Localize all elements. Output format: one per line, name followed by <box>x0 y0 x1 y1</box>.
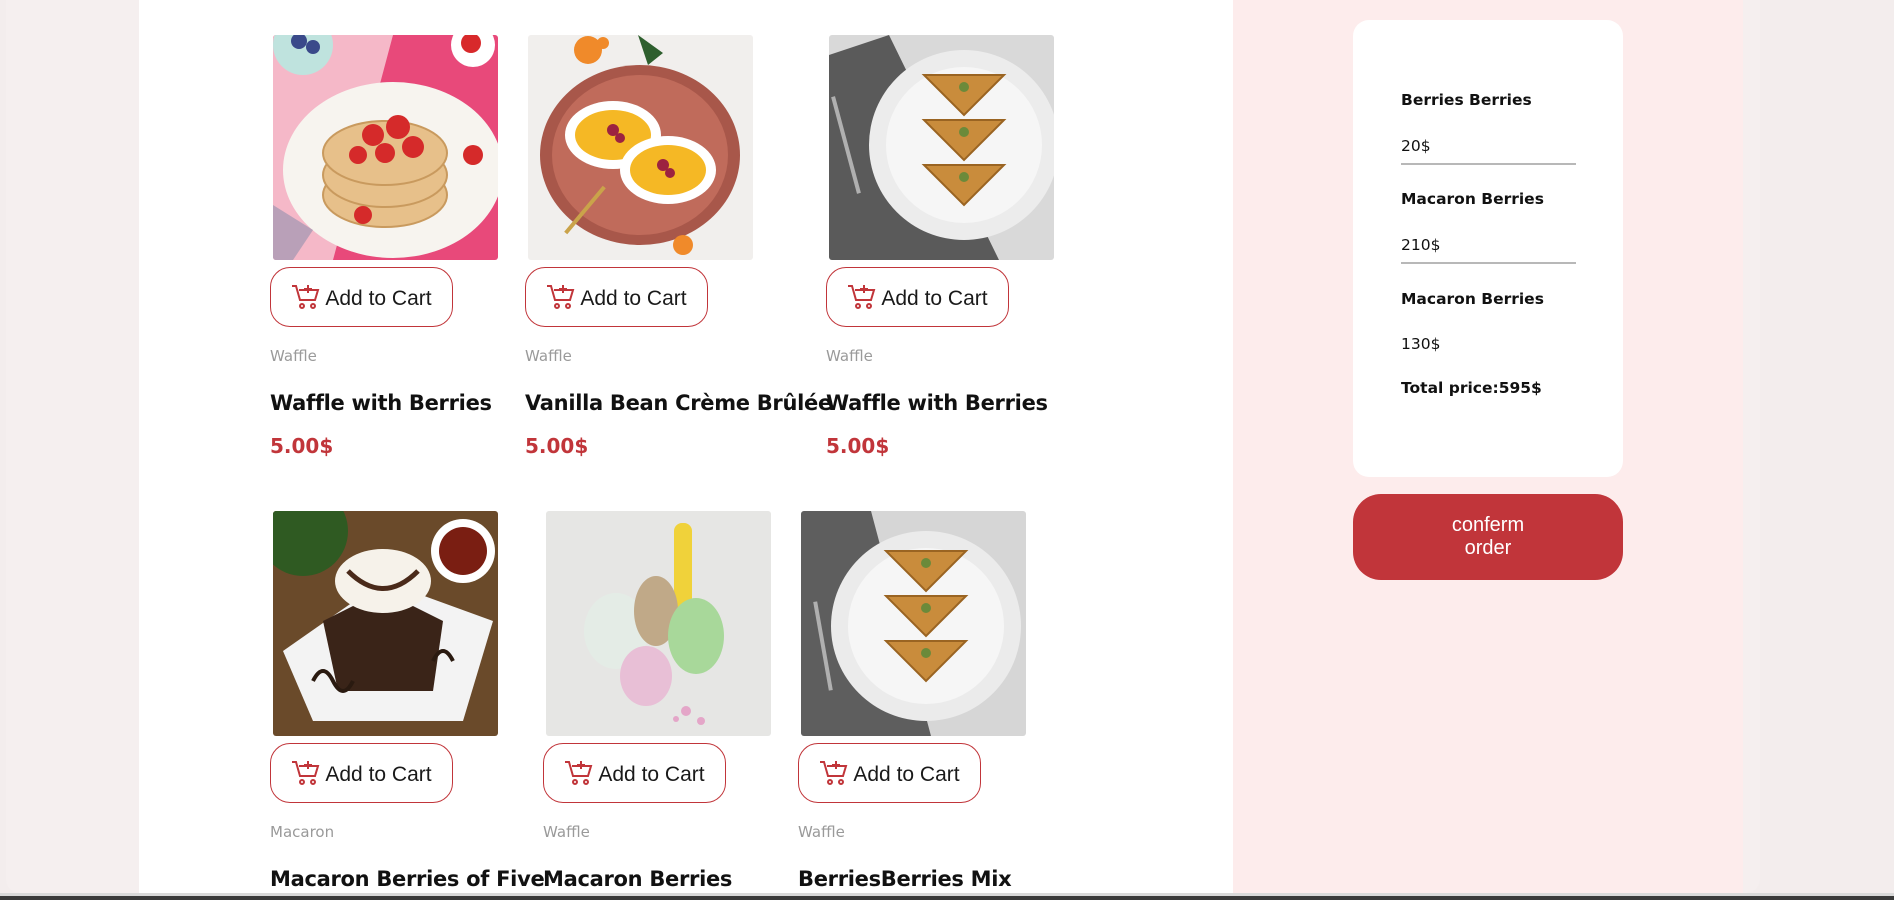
cart-item-price: 20$ <box>1401 137 1431 155</box>
product-title[interactable]: Vanilla Bean Crème Brûlée <box>525 391 832 415</box>
add-to-cart-label: Add to Cart <box>325 287 432 310</box>
product-image-baklava[interactable] <box>801 511 1026 736</box>
add-to-cart-label: Add to Cart <box>881 287 988 310</box>
product-image-waffle[interactable] <box>273 35 498 260</box>
product-image-macarons[interactable] <box>546 511 771 736</box>
product-image-creme-brulee[interactable] <box>528 35 753 260</box>
product-category: Waffle <box>270 347 317 365</box>
product-category: Macaron <box>270 823 335 841</box>
add-to-cart-label: Add to Cart <box>598 763 705 786</box>
cart-item-name: Macaron Berries <box>1401 190 1544 208</box>
cart-add-icon <box>820 761 848 785</box>
cart-add-icon <box>547 285 575 309</box>
product-image-brownie[interactable] <box>273 511 498 736</box>
cart-add-icon <box>292 285 320 309</box>
cart-add-icon <box>848 285 876 309</box>
cart-add-icon <box>292 761 320 785</box>
cart-summary: Berries Berries 20$ Macaron Berries 210$… <box>1353 20 1623 477</box>
cart-total: Total price:595$ <box>1401 379 1542 397</box>
product-title[interactable]: Waffle with Berries <box>270 391 492 415</box>
product-title[interactable]: Waffle with Berries <box>826 391 1048 415</box>
cart-item-price: 130$ <box>1401 335 1441 353</box>
add-to-cart-button[interactable]: Add to Cart <box>543 743 726 803</box>
add-to-cart-button[interactable]: Add to Cart <box>798 743 981 803</box>
product-category: Waffle <box>826 347 873 365</box>
product-price: 5.00$ <box>826 434 890 458</box>
divider <box>1401 163 1576 165</box>
product-price: 5.00$ <box>525 434 589 458</box>
confirm-order-button[interactable]: conferm order <box>1353 494 1623 580</box>
add-to-cart-label: Add to Cart <box>325 763 432 786</box>
confirm-order-label: conferm order <box>1451 514 1525 559</box>
product-title[interactable]: BerriesBerries Mix <box>798 867 1012 891</box>
cart-item-name: Macaron Berries <box>1401 290 1544 308</box>
add-to-cart-button[interactable]: Add to Cart <box>525 267 708 327</box>
add-to-cart-button[interactable]: Add to Cart <box>826 267 1009 327</box>
product-title[interactable]: Macaron Berries of Five <box>270 867 545 891</box>
product-category: Waffle <box>798 823 845 841</box>
product-category: Waffle <box>525 347 572 365</box>
product-grid-panel: Add to Cart Waffle Waffle with Berries 5… <box>139 0 1233 893</box>
product-category: Waffle <box>543 823 590 841</box>
product-image-baklava[interactable] <box>829 35 1054 260</box>
add-to-cart-label: Add to Cart <box>580 287 687 310</box>
divider <box>1401 262 1576 264</box>
taskbar-edge <box>0 896 1894 900</box>
cart-item-name: Berries Berries <box>1401 91 1532 109</box>
cart-item-price: 210$ <box>1401 236 1441 254</box>
product-title[interactable]: Macaron Berries <box>543 867 732 891</box>
add-to-cart-label: Add to Cart <box>853 763 960 786</box>
add-to-cart-button[interactable]: Add to Cart <box>270 743 453 803</box>
add-to-cart-button[interactable]: Add to Cart <box>270 267 453 327</box>
cart-add-icon <box>565 761 593 785</box>
product-price: 5.00$ <box>270 434 334 458</box>
